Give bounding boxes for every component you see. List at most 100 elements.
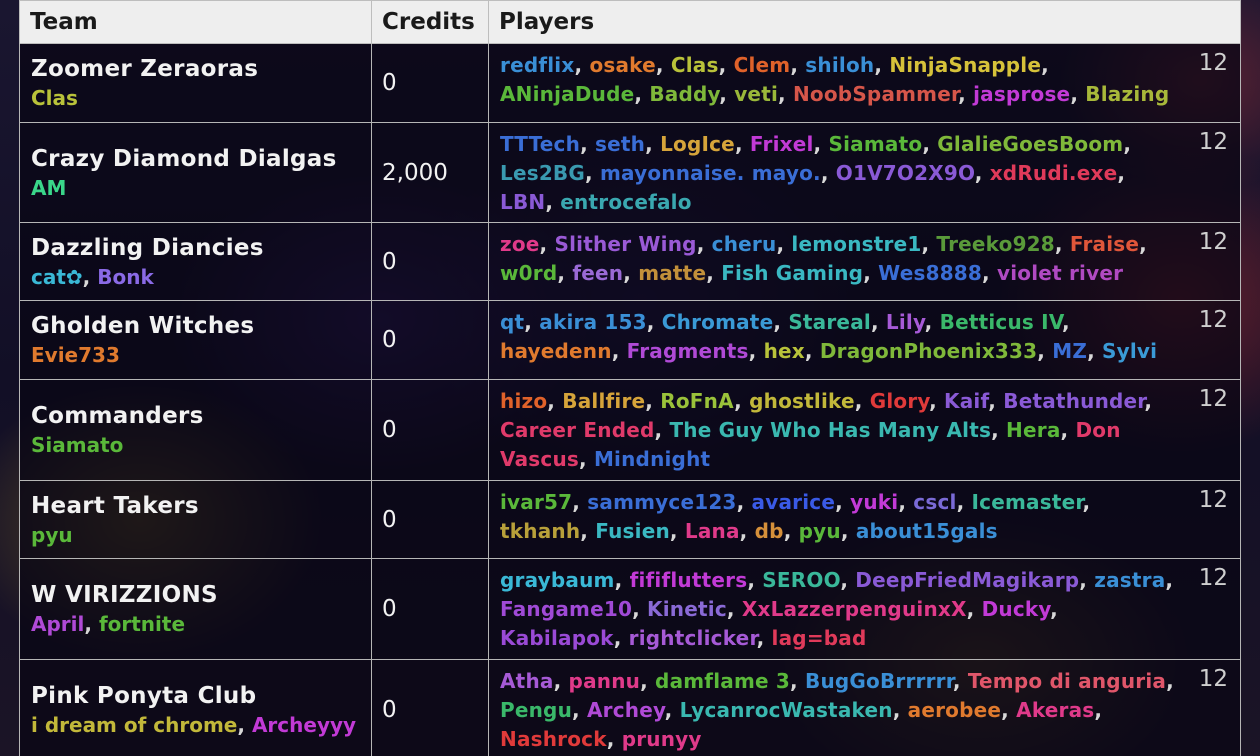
player-name[interactable]: Mindnight bbox=[594, 447, 710, 471]
player-name[interactable]: Lily bbox=[886, 310, 925, 334]
player-name[interactable]: Sylvi bbox=[1102, 339, 1157, 363]
player-name[interactable]: LycanrocWastaken bbox=[680, 698, 893, 722]
player-name[interactable]: Blazing bbox=[1085, 82, 1169, 106]
player-name[interactable]: about15gals bbox=[856, 519, 998, 543]
player-name[interactable]: DeepFriedMagikarp bbox=[855, 568, 1079, 592]
header-players[interactable]: Players bbox=[488, 0, 1241, 44]
player-name[interactable]: akira 153 bbox=[539, 310, 647, 334]
player-name[interactable]: Chromate bbox=[662, 310, 774, 334]
player-name[interactable]: SEROO bbox=[762, 568, 840, 592]
player-name[interactable]: Fragments bbox=[627, 339, 749, 363]
player-name[interactable]: Kinetic bbox=[647, 597, 727, 621]
player-name[interactable]: Career Ended bbox=[500, 418, 655, 442]
player-name[interactable]: hayedenn bbox=[500, 339, 612, 363]
player-name[interactable]: Nashrock bbox=[500, 727, 607, 751]
player-name[interactable]: ivar57 bbox=[500, 490, 572, 514]
player-name[interactable]: Hera bbox=[1006, 418, 1060, 442]
captain-name[interactable]: Siamato bbox=[31, 433, 123, 457]
player-name[interactable]: hizo bbox=[500, 389, 547, 413]
player-name[interactable]: Les2BG bbox=[500, 161, 585, 185]
captain-name[interactable]: pyu bbox=[31, 523, 73, 547]
player-name[interactable]: BugGoBrrrrrr bbox=[805, 669, 953, 693]
player-name[interactable]: mayonnaise. mayo. bbox=[600, 161, 821, 185]
captain-name[interactable]: April bbox=[31, 612, 84, 636]
player-name[interactable]: GlalieGoesBoom bbox=[937, 132, 1123, 156]
player-name[interactable]: lag=bad bbox=[772, 626, 867, 650]
captain-name[interactable]: Archeyyy bbox=[252, 713, 356, 737]
player-name[interactable]: aerobee bbox=[908, 698, 1002, 722]
player-name[interactable]: Kabilapok bbox=[500, 626, 614, 650]
player-name[interactable]: Clem bbox=[734, 53, 791, 77]
captain-name[interactable]: cat✿ bbox=[31, 265, 83, 289]
captain-name[interactable]: Evie733 bbox=[31, 343, 120, 367]
player-name[interactable]: MZ bbox=[1052, 339, 1087, 363]
player-name[interactable]: entrocefalo bbox=[560, 190, 691, 214]
player-name[interactable]: prunyy bbox=[622, 727, 702, 751]
player-name[interactable]: LBN bbox=[500, 190, 545, 214]
player-name[interactable]: w0rd bbox=[500, 261, 557, 285]
player-name[interactable]: cscl bbox=[913, 490, 956, 514]
player-name[interactable]: shiloh bbox=[805, 53, 874, 77]
player-name[interactable]: yuki bbox=[850, 490, 898, 514]
player-name[interactable]: osake bbox=[589, 53, 655, 77]
player-name[interactable]: zoe bbox=[500, 232, 540, 256]
player-name[interactable]: rightclicker bbox=[629, 626, 757, 650]
player-name[interactable]: LogIce bbox=[660, 132, 735, 156]
player-name[interactable]: RoFnA bbox=[660, 389, 734, 413]
player-name[interactable]: db bbox=[755, 519, 784, 543]
player-name[interactable]: damflame 3 bbox=[655, 669, 790, 693]
player-name[interactable]: The Guy Who Has Many Alts bbox=[669, 418, 991, 442]
player-name[interactable]: xdRudi.exe bbox=[990, 161, 1118, 185]
player-name[interactable]: qt bbox=[500, 310, 524, 334]
player-name[interactable]: Akeras bbox=[1016, 698, 1094, 722]
player-name[interactable]: NinjaSnapple bbox=[889, 53, 1041, 77]
player-name[interactable]: Fusien bbox=[595, 519, 670, 543]
player-name[interactable]: pannu bbox=[569, 669, 641, 693]
header-credits[interactable]: Credits bbox=[371, 0, 489, 44]
player-name[interactable]: TTTech bbox=[500, 132, 580, 156]
player-name[interactable]: cheru bbox=[712, 232, 777, 256]
player-name[interactable]: lemonstre1 bbox=[791, 232, 921, 256]
player-name[interactable]: Frixel bbox=[750, 132, 814, 156]
player-name[interactable]: Fangame10 bbox=[500, 597, 632, 621]
player-name[interactable]: Kaif bbox=[944, 389, 988, 413]
player-name[interactable]: Lana bbox=[685, 519, 740, 543]
player-name[interactable]: Pengu bbox=[500, 698, 572, 722]
player-name[interactable]: Treeko928 bbox=[936, 232, 1055, 256]
captain-name[interactable]: fortnite bbox=[99, 612, 185, 636]
header-team[interactable]: Team bbox=[19, 0, 372, 44]
player-name[interactable]: pyu bbox=[799, 519, 841, 543]
player-name[interactable]: Atha bbox=[500, 669, 554, 693]
captain-name[interactable]: i dream of chrome bbox=[31, 713, 237, 737]
player-name[interactable]: Glory bbox=[870, 389, 929, 413]
player-name[interactable]: Clas bbox=[671, 53, 719, 77]
player-name[interactable]: jasprose bbox=[973, 82, 1070, 106]
player-name[interactable]: Siamato bbox=[829, 132, 923, 156]
player-name[interactable]: fififlutters bbox=[630, 568, 748, 592]
player-name[interactable]: ghostlike bbox=[749, 389, 855, 413]
player-name[interactable]: Archey bbox=[587, 698, 665, 722]
captain-name[interactable]: Bonk bbox=[97, 265, 154, 289]
player-name[interactable]: NoobSpammer bbox=[793, 82, 958, 106]
player-name[interactable]: avarice bbox=[752, 490, 836, 514]
player-name[interactable]: Wes8888 bbox=[878, 261, 982, 285]
player-name[interactable]: Icemaster bbox=[972, 490, 1083, 514]
player-name[interactable]: Stareal bbox=[788, 310, 871, 334]
player-name[interactable]: Tempo di anguria bbox=[968, 669, 1166, 693]
player-name[interactable]: Fish Gaming bbox=[721, 261, 863, 285]
player-name[interactable]: Baddy bbox=[649, 82, 719, 106]
player-name[interactable]: veti bbox=[734, 82, 778, 106]
player-name[interactable]: Ballfire bbox=[562, 389, 645, 413]
player-name[interactable]: tkhanh bbox=[500, 519, 580, 543]
player-name[interactable]: Betathunder bbox=[1003, 389, 1144, 413]
player-name[interactable]: hex bbox=[764, 339, 805, 363]
player-name[interactable]: redflix bbox=[500, 53, 574, 77]
player-name[interactable]: Ducky bbox=[982, 597, 1050, 621]
player-name[interactable]: sammyce123 bbox=[587, 490, 736, 514]
player-name[interactable]: Slither Wing bbox=[555, 232, 697, 256]
captain-name[interactable]: Clas bbox=[31, 86, 78, 110]
player-name[interactable]: ANinjaDude bbox=[500, 82, 634, 106]
player-name[interactable]: graybaum bbox=[500, 568, 615, 592]
player-name[interactable]: DragonPhoenix333 bbox=[820, 339, 1037, 363]
player-name[interactable]: zastra bbox=[1094, 568, 1165, 592]
